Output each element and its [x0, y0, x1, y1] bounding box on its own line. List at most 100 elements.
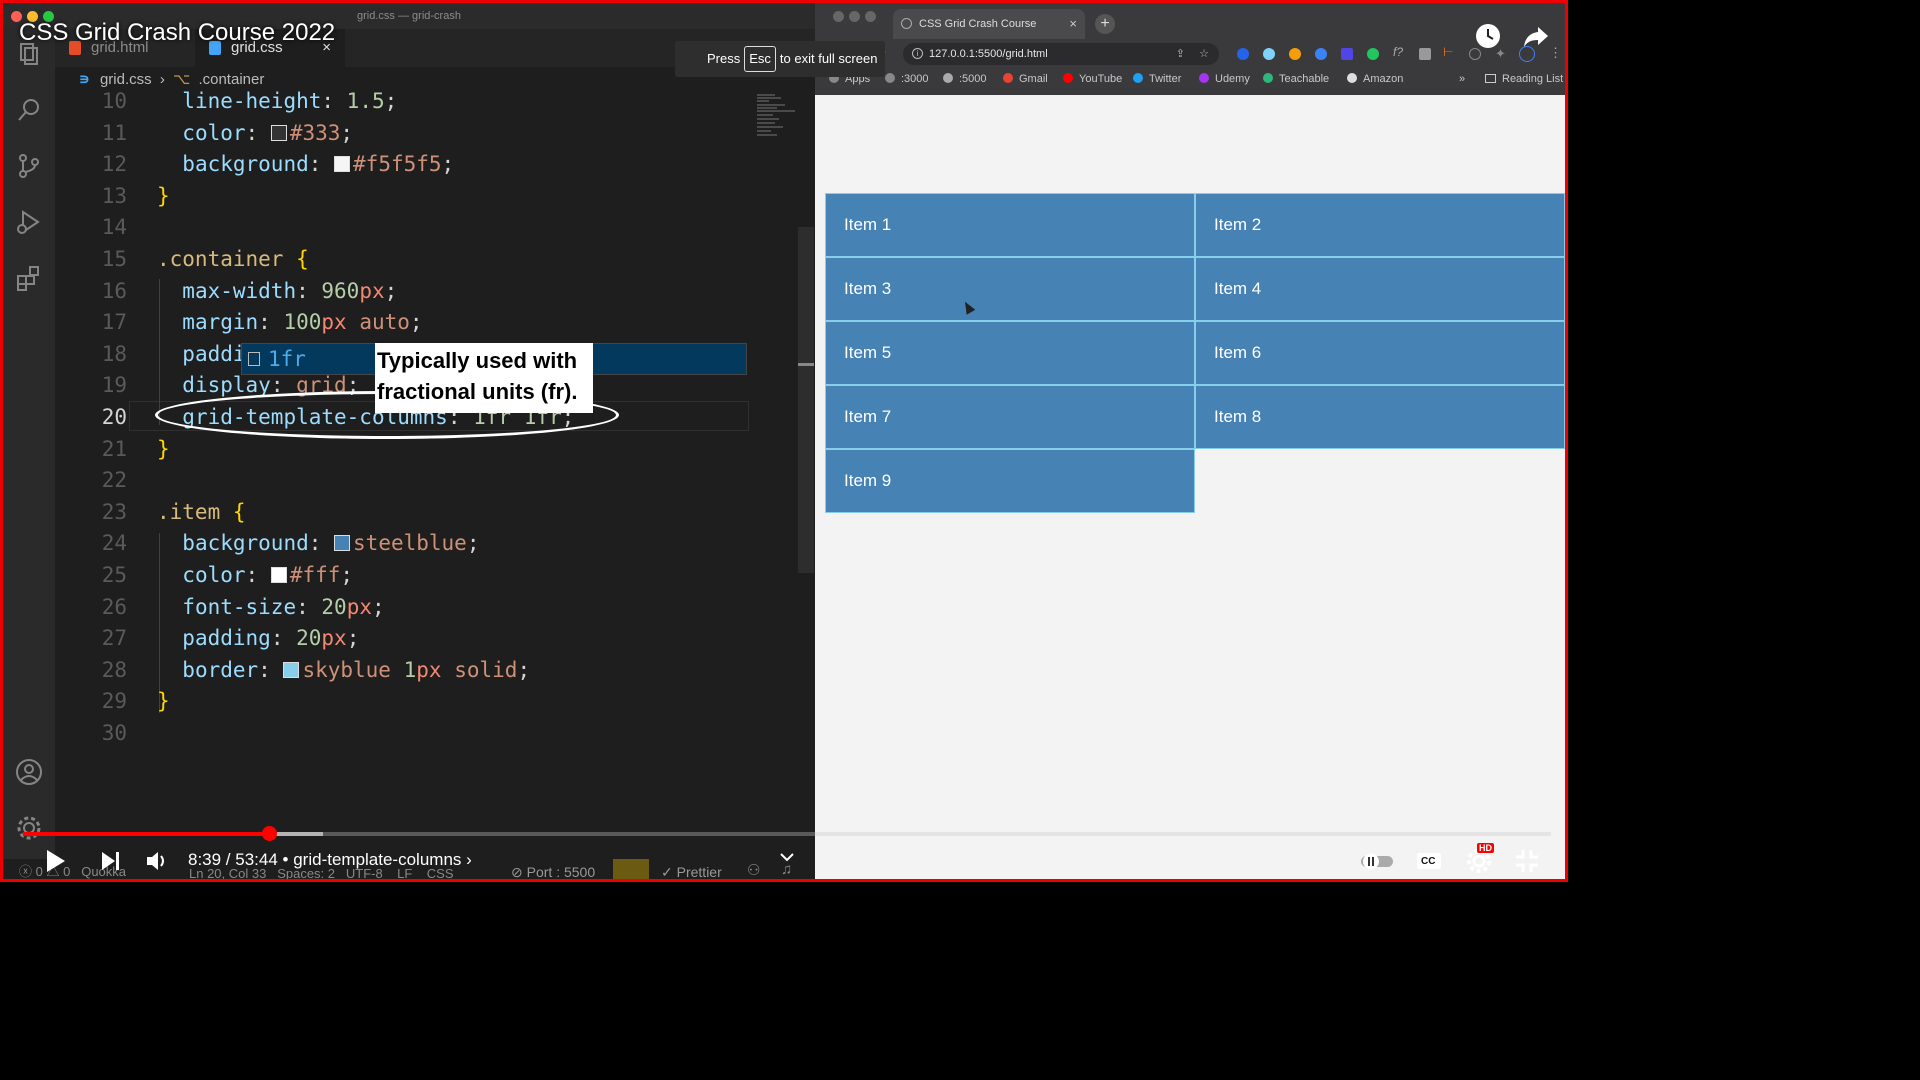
chapter-title[interactable]: • grid-template-columns: [283, 850, 462, 869]
editor-scrollbar[interactable]: [798, 227, 814, 573]
reading-list[interactable]: Reading List: [1485, 69, 1563, 89]
bookmark-label: Amazon: [1363, 73, 1404, 85]
code-line[interactable]: 27 padding: 20px;: [55, 622, 795, 654]
maximize-window-icon[interactable]: [865, 11, 876, 22]
code-line[interactable]: 15 .container {: [55, 243, 795, 275]
code-text: max-width: 960px;: [157, 275, 397, 307]
color-swatch[interactable]: [270, 567, 287, 583]
minimap[interactable]: [755, 93, 799, 143]
code-line[interactable]: 22: [55, 464, 795, 496]
code-text: }: [157, 180, 170, 212]
line-number: 13: [101, 183, 127, 208]
bookmark-label: Teachable: [1279, 73, 1330, 85]
share-icon[interactable]: [1523, 23, 1549, 49]
bookmark-item[interactable]: :5000: [943, 69, 987, 89]
code-line[interactable]: 28 border: skyblue 1px solid;: [55, 654, 795, 686]
close-window-icon[interactable]: [833, 11, 844, 22]
reading-list-icon: [1485, 74, 1496, 83]
code-line[interactable]: 11 color: #333;: [55, 117, 795, 149]
color-swatch[interactable]: [270, 124, 287, 141]
bookmark-item[interactable]: Twitter: [1133, 69, 1181, 89]
extension-icon[interactable]: [1419, 48, 1431, 60]
bookmarks-more-icon[interactable]: »: [1459, 69, 1465, 89]
bookmark-item[interactable]: Gmail: [1003, 69, 1048, 89]
code-token: {: [232, 499, 246, 524]
extension-icon[interactable]: [1289, 48, 1301, 60]
code-text: color: #fff;: [157, 559, 353, 591]
info-icon[interactable]: i: [912, 48, 923, 59]
line-number: 21: [101, 436, 127, 461]
source-control-icon[interactable]: [14, 151, 44, 181]
extension-icon[interactable]: [1237, 48, 1249, 60]
settings-gear-icon[interactable]: HD: [1465, 843, 1494, 875]
bookmark-favicon-icon: [1133, 73, 1143, 83]
vscode-window-title: grid.css — grid-crash: [357, 10, 461, 22]
color-swatch[interactable]: [334, 535, 351, 552]
code-text: font-size: 20px;: [157, 591, 384, 623]
code-line[interactable]: 26 font-size: 20px;: [55, 591, 795, 623]
exit-fullscreen-icon[interactable]: [1513, 847, 1541, 875]
share-icon[interactable]: ⇪: [1176, 43, 1185, 65]
chevron-down-icon[interactable]: [779, 849, 795, 865]
bookmark-item[interactable]: Udemy: [1199, 69, 1250, 89]
bookmark-item[interactable]: YouTube: [1063, 69, 1122, 89]
menu-dots-icon[interactable]: ⋮: [1549, 45, 1562, 61]
settings-gear-icon[interactable]: [14, 813, 44, 843]
code-token: max-width: [182, 278, 297, 303]
progress-scrubber[interactable]: [262, 826, 277, 841]
code-token: :: [296, 594, 322, 619]
extension-icon[interactable]: [1367, 48, 1379, 60]
account-icon[interactable]: [14, 757, 44, 787]
extension-icon[interactable]: ⊢: [1443, 45, 1453, 59]
code-line[interactable]: 30: [55, 717, 795, 749]
chapter-arrow-icon[interactable]: ›: [466, 850, 472, 869]
autoplay-toggle[interactable]: [1359, 847, 1395, 875]
bookmark-label: Udemy: [1215, 73, 1250, 85]
bookmark-item[interactable]: Teachable: [1263, 69, 1329, 89]
new-tab-button[interactable]: +: [1095, 14, 1115, 34]
code-line[interactable]: 24 background: steelblue;: [55, 527, 795, 559]
code-line[interactable]: 25 color: #fff;: [55, 559, 795, 591]
extension-icon[interactable]: [1341, 48, 1353, 60]
captions-button[interactable]: CC: [1415, 847, 1443, 875]
color-swatch[interactable]: [334, 156, 351, 173]
watch-later-icon[interactable]: [1475, 23, 1501, 49]
search-icon[interactable]: [14, 95, 44, 125]
browser-tab[interactable]: CSS Grid Crash Course ×: [893, 9, 1085, 39]
extensions-icon[interactable]: [14, 263, 44, 293]
code-line[interactable]: 17 margin: 100px auto;: [55, 306, 795, 338]
play-icon[interactable]: [41, 847, 69, 875]
code-line[interactable]: 29}: [55, 685, 795, 717]
bookmark-item[interactable]: Amazon: [1347, 69, 1403, 89]
extension-icon[interactable]: [1263, 48, 1275, 60]
run-debug-icon[interactable]: [14, 207, 44, 237]
extension-icon[interactable]: f?: [1393, 45, 1403, 59]
close-tab-icon[interactable]: ×: [1069, 9, 1077, 39]
code-token: line-height: [182, 89, 322, 113]
color-swatch[interactable]: [283, 661, 300, 678]
scrollbar-thumb[interactable]: [798, 363, 814, 366]
video-title[interactable]: CSS Grid Crash Course 2022: [19, 19, 335, 47]
code-editor[interactable]: 10 line-height: 1.5; 11 color: #333; 12 ba…: [55, 89, 815, 833]
minimize-window-icon[interactable]: [849, 11, 860, 22]
address-bar[interactable]: i 127.0.0.1:5500/grid.html ⇪ ☆: [903, 43, 1219, 65]
next-video-icon[interactable]: [97, 847, 125, 875]
code-token: px: [416, 657, 442, 682]
code-line[interactable]: 10 line-height: 1.5;: [55, 85, 795, 117]
code-line[interactable]: 12 background: #f5f5f5;: [55, 148, 795, 180]
code-line[interactable]: 16 max-width: 960px;: [55, 275, 795, 307]
line-number: 29: [101, 689, 127, 714]
code-line[interactable]: 14: [55, 211, 795, 243]
code-text: border: skyblue 1px solid;: [157, 654, 530, 686]
volume-icon[interactable]: [143, 847, 171, 875]
code-line[interactable]: 13}: [55, 180, 795, 212]
extension-icon[interactable]: [1469, 48, 1481, 60]
code-line[interactable]: 23 .item {: [55, 496, 795, 528]
bookmark-star-icon[interactable]: ☆: [1199, 43, 1209, 65]
grid-item: Item 2: [1195, 193, 1565, 257]
color-value: #fff: [289, 563, 341, 587]
code-text: }: [157, 433, 170, 465]
extension-icon[interactable]: [1315, 48, 1327, 60]
bookmark-item[interactable]: :3000: [885, 69, 929, 89]
